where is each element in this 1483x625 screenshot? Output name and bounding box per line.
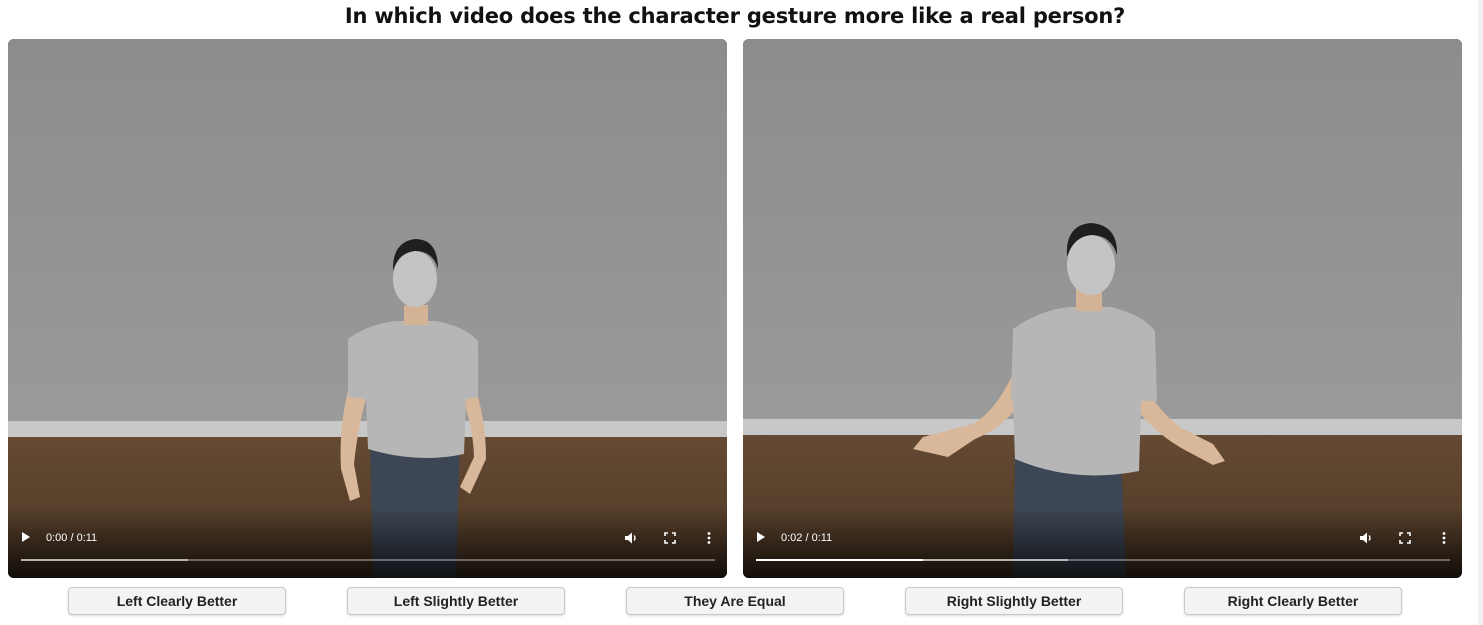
page-scrollbar[interactable] [1478,0,1483,625]
controls-overlay [743,508,1462,578]
right-slightly-better-button[interactable]: Right Slightly Better [905,587,1123,615]
fullscreen-icon[interactable] [1398,531,1412,545]
right-video-player[interactable]: 0:02 / 0:11 [743,39,1462,578]
left-clearly-better-button[interactable]: Left Clearly Better [68,587,286,615]
fullscreen-icon[interactable] [663,531,677,545]
play-icon[interactable] [757,532,765,542]
shirt [1011,307,1157,476]
progress-bar[interactable] [21,559,715,561]
volume-icon[interactable] [1359,531,1373,545]
time-display: 0:02 / 0:11 [781,532,833,544]
controls-overlay [8,508,727,578]
volume-icon[interactable] [624,531,638,545]
more-vertical-icon[interactable] [1437,531,1451,545]
play-icon[interactable] [22,532,30,542]
progress-bar[interactable] [756,559,1450,561]
right-clearly-better-button[interactable]: Right Clearly Better [1184,587,1402,615]
progress-played [756,559,923,561]
more-vertical-icon[interactable] [702,531,716,545]
progress-buffered [21,559,188,561]
left-video-player[interactable]: 0:00 / 0:11 [8,39,727,578]
time-display: 0:00 / 0:11 [46,532,98,544]
head [1067,235,1115,295]
head [393,251,437,307]
page-title: In which video does the character gestur… [344,4,1126,28]
left-video-frame [8,39,727,578]
right-video-frame [743,39,1462,578]
they-are-equal-button[interactable]: They Are Equal [626,587,844,615]
left-slightly-better-button[interactable]: Left Slightly Better [347,587,565,615]
